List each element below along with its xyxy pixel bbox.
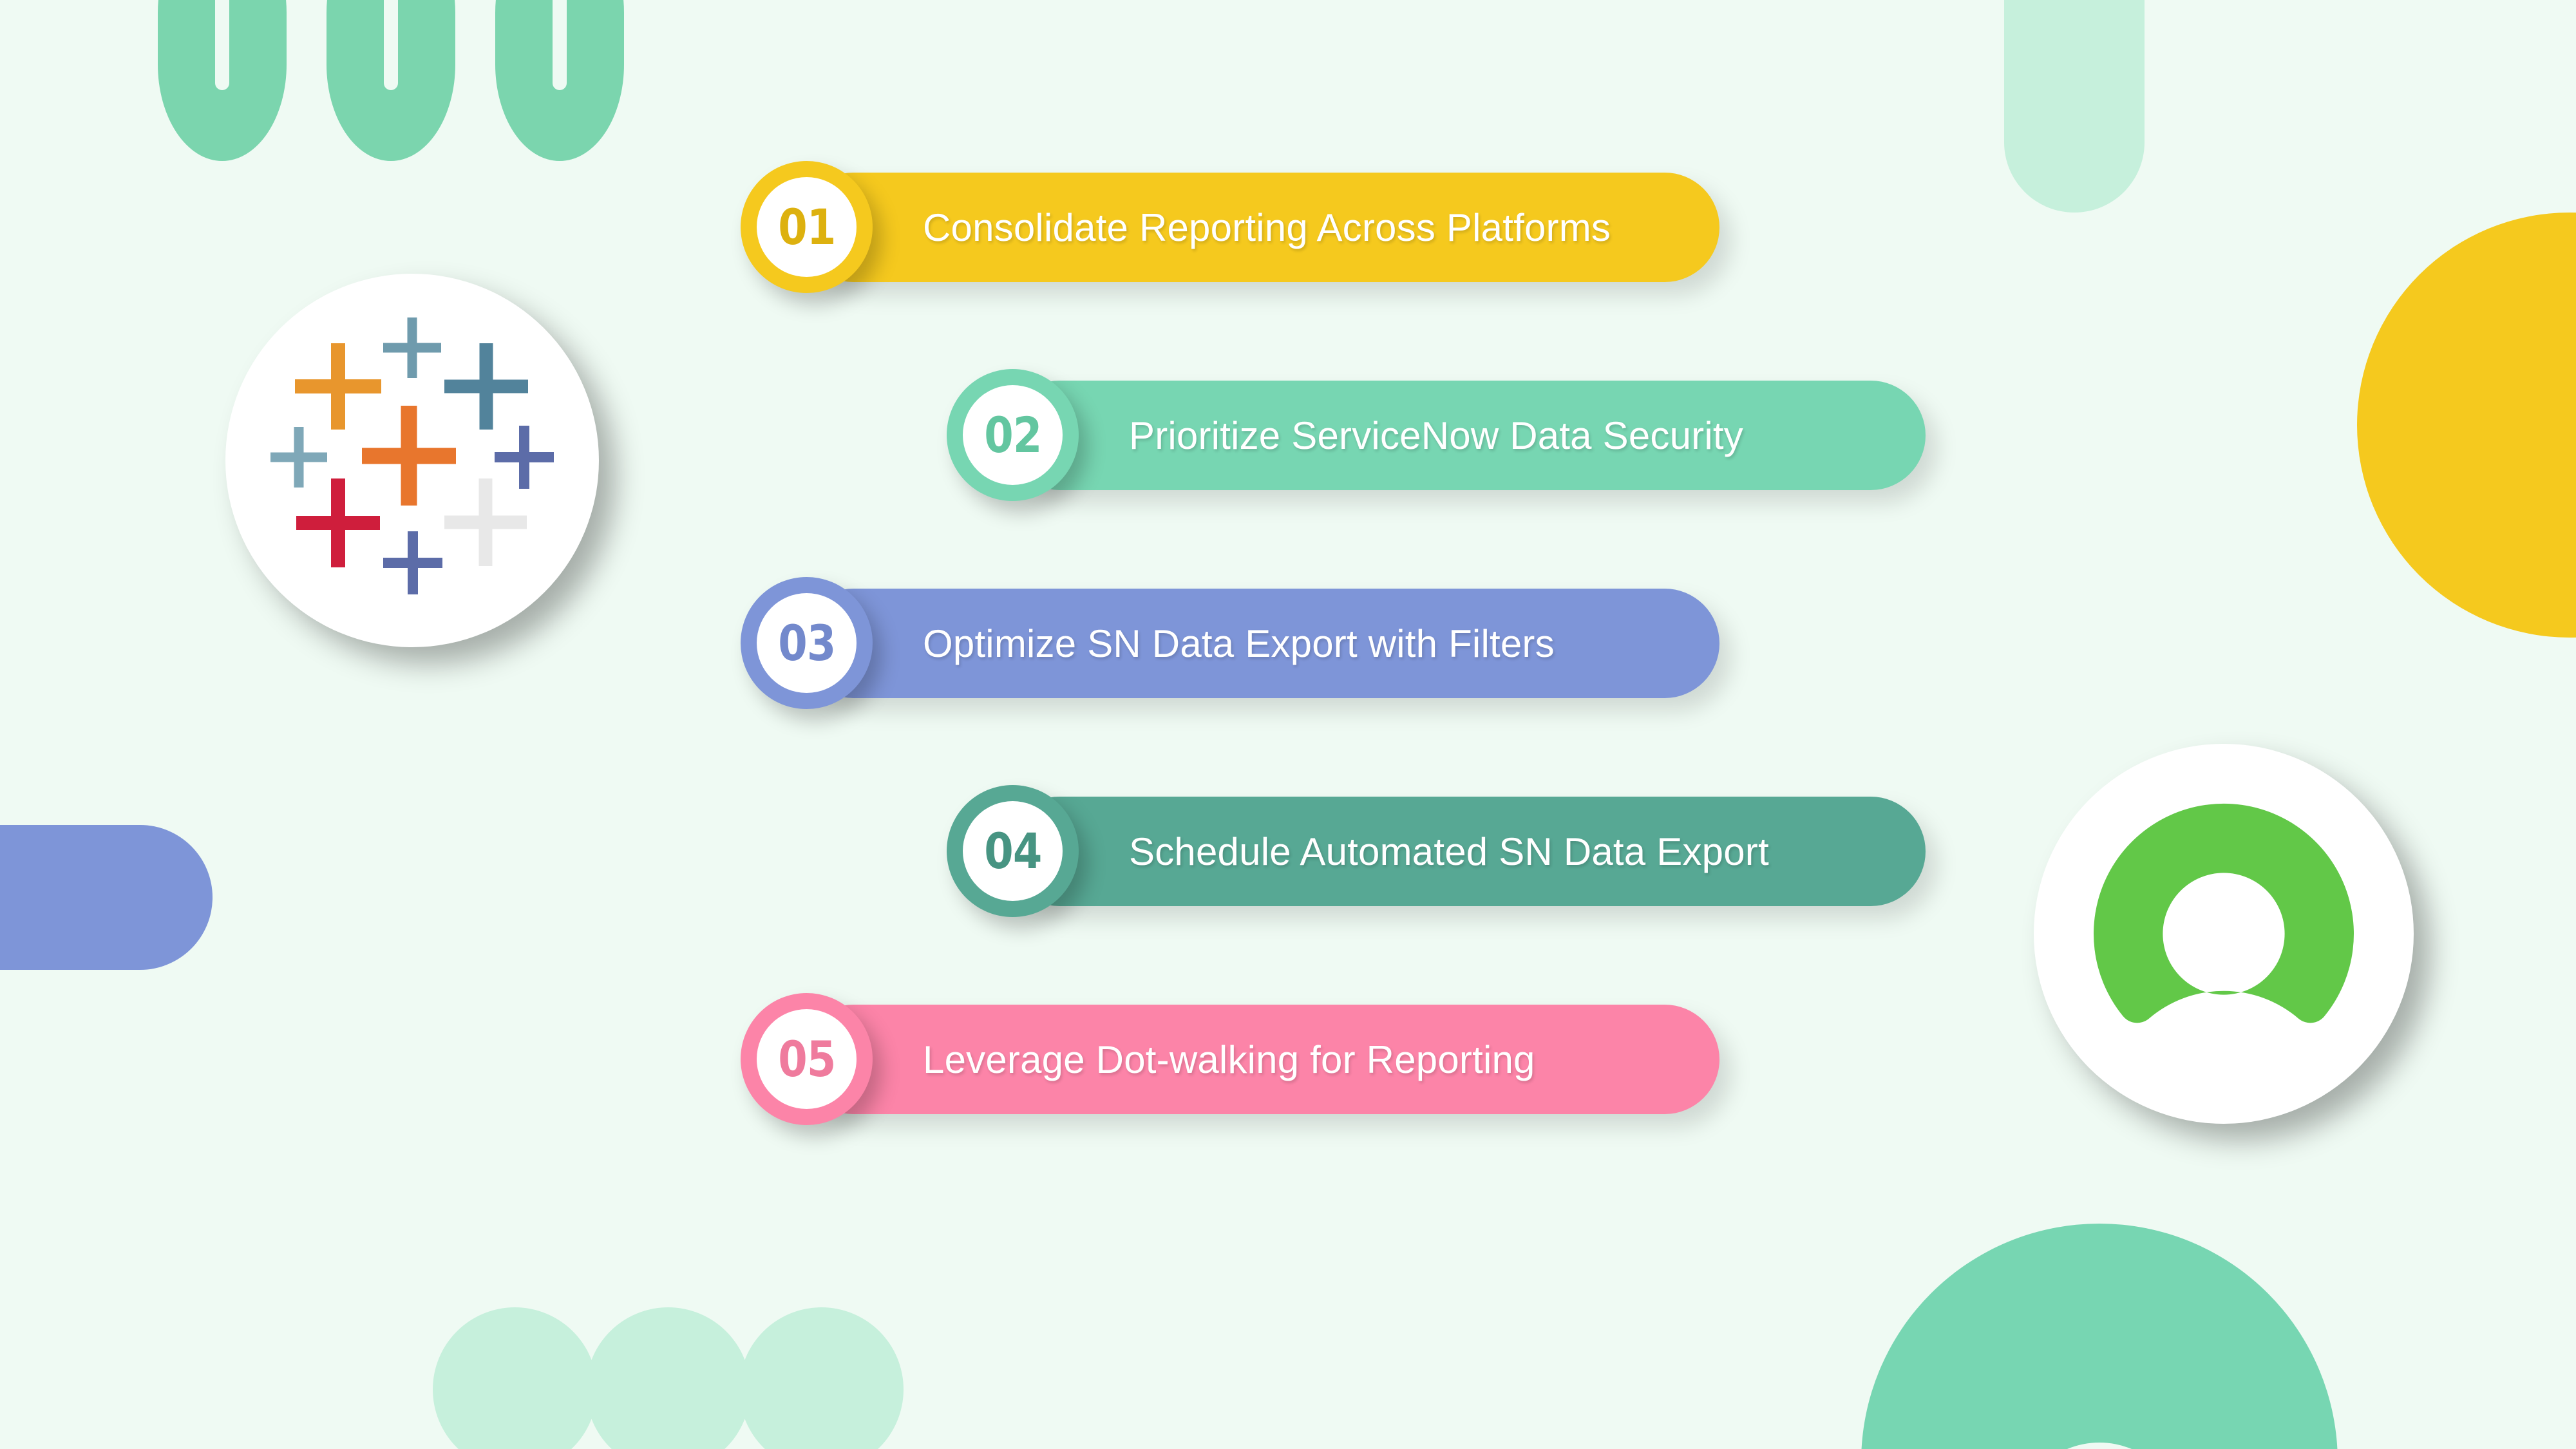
badge-inner-circle: 02 [963,385,1063,485]
infographic-canvas: Consolidate Reporting Across Platforms 0… [0,0,2576,1449]
step-label: Prioritize ServiceNow Data Security [1129,413,1743,457]
steps-list: Consolidate Reporting Across Platforms 0… [0,0,2576,1449]
step-number-badge[interactable]: 03 [741,577,873,709]
step-number: 02 [983,406,1042,464]
step-number: 04 [983,822,1042,880]
step-label: Leverage Dot-walking for Reporting [923,1037,1535,1081]
step-bar[interactable]: Optimize SN Data Export with Filters [799,589,1719,698]
step-number-badge[interactable]: 02 [947,369,1079,501]
step-number: 01 [777,198,836,256]
step-label: Optimize SN Data Export with Filters [923,621,1555,665]
step-number: 05 [777,1030,836,1088]
step-bar[interactable]: Consolidate Reporting Across Platforms [799,173,1719,282]
step-label: Consolidate Reporting Across Platforms [923,205,1611,249]
badge-inner-circle: 03 [757,593,857,693]
step-label: Schedule Automated SN Data Export [1129,829,1769,873]
step-number-badge[interactable]: 05 [741,993,873,1125]
step-bar[interactable]: Prioritize ServiceNow Data Security [1005,381,1926,490]
step-bar[interactable]: Schedule Automated SN Data Export [1005,797,1926,906]
step-bar[interactable]: Leverage Dot-walking for Reporting [799,1005,1719,1114]
badge-inner-circle: 05 [757,1009,857,1109]
badge-inner-circle: 04 [963,801,1063,901]
step-number-badge[interactable]: 01 [741,161,873,293]
step-number: 03 [777,614,836,672]
step-number-badge[interactable]: 04 [947,785,1079,917]
badge-inner-circle: 01 [757,177,857,277]
